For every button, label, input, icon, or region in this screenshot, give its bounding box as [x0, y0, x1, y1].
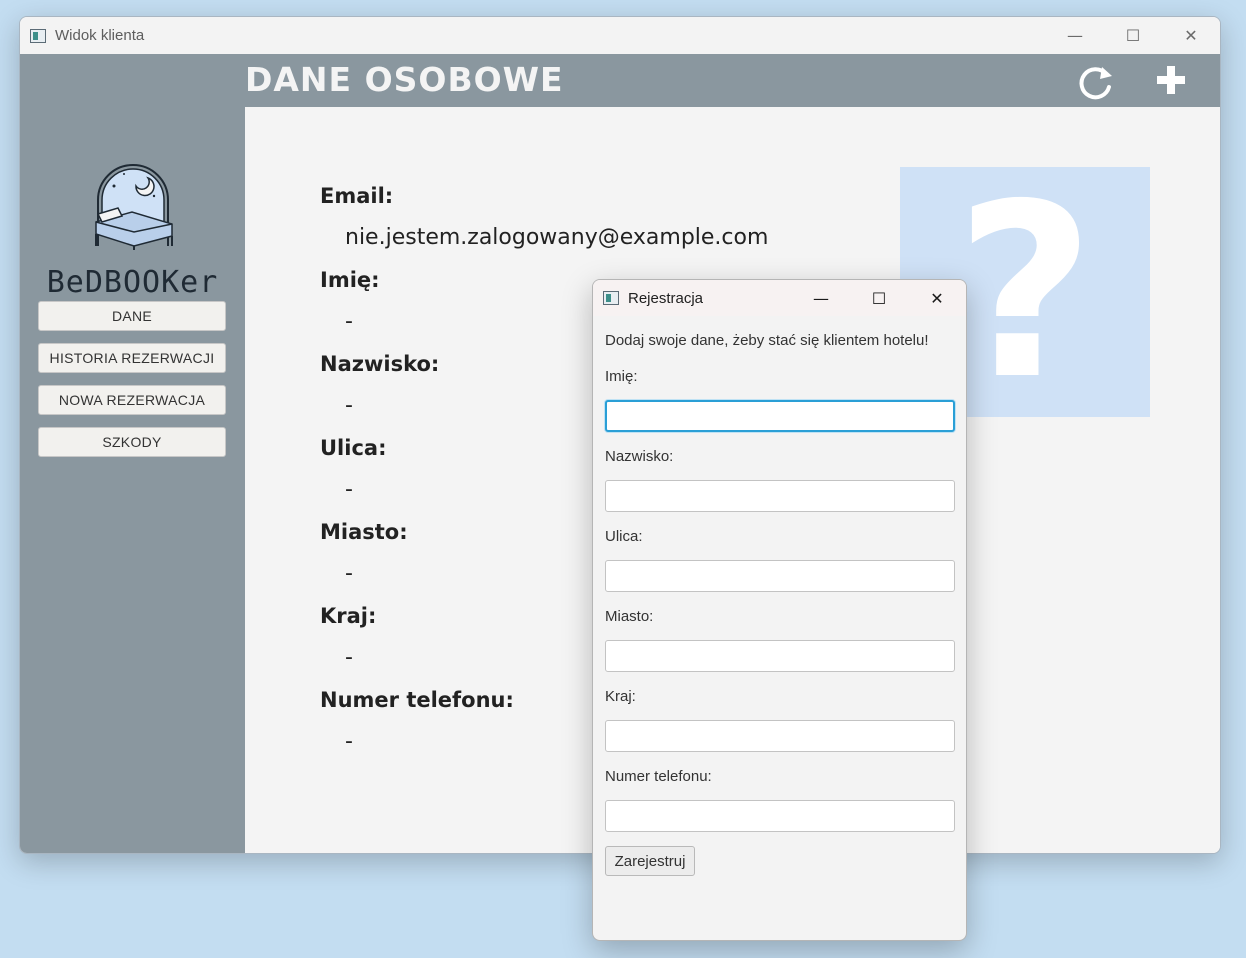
dialog-minimize-button[interactable]: — — [792, 280, 850, 316]
dialog-first-name-input[interactable] — [605, 400, 955, 432]
first-name-label: Imię: — [320, 268, 380, 292]
dialog-app-icon — [603, 291, 619, 305]
street-label: Ulica: — [320, 436, 387, 460]
registration-dialog: Rejestracja — ☐ ✕ Dodaj swoje dane, żeby… — [592, 279, 967, 941]
main-titlebar[interactable]: Widok klienta — ☐ ✕ — [20, 17, 1220, 54]
last-name-label: Nazwisko: — [320, 352, 440, 376]
maximize-button[interactable]: ☐ — [1104, 17, 1162, 54]
bed-logo-icon — [95, 164, 173, 250]
nav-button-nowa-rezerwacja[interactable]: NOWA REZERWACJA — [38, 385, 226, 415]
dialog-phone-input[interactable] — [605, 800, 955, 832]
window-title: Widok klienta — [55, 27, 145, 44]
dialog-first-name-label: Imię: — [605, 368, 638, 385]
minimize-button[interactable]: — — [1046, 17, 1104, 54]
last-name-value: - — [345, 393, 353, 418]
city-value: - — [345, 561, 353, 586]
country-label: Kraj: — [320, 604, 377, 628]
header-bar: DANE OSOBOWE — [245, 54, 1220, 107]
nav-button-szkody[interactable]: SZKODY — [38, 427, 226, 457]
dialog-city-input[interactable] — [605, 640, 955, 672]
first-name-value: - — [345, 309, 353, 334]
dialog-street-input[interactable] — [605, 560, 955, 592]
close-button[interactable]: ✕ — [1162, 17, 1220, 54]
dialog-country-input[interactable] — [605, 720, 955, 752]
app-icon — [30, 28, 46, 43]
dialog-street-label: Ulica: — [605, 528, 643, 545]
dialog-window-controls: — ☐ ✕ — [792, 280, 966, 316]
country-value: - — [345, 645, 353, 670]
dialog-titlebar[interactable]: Rejestracja — ☐ ✕ — [593, 280, 966, 316]
page-title: DANE OSOBOWE — [245, 60, 564, 99]
street-value: - — [345, 477, 353, 502]
sidebar: BeDBOOKer DANE HISTORIA REZERWACJI NOWA … — [20, 54, 245, 853]
dialog-phone-label: Numer telefonu: — [605, 768, 712, 785]
logo-text: BeDBOOKer — [46, 265, 219, 300]
dialog-last-name-label: Nazwisko: — [605, 448, 674, 465]
plus-icon[interactable] — [1156, 65, 1186, 95]
dialog-city-label: Miasto: — [605, 608, 654, 625]
nav-button-dane[interactable]: DANE — [38, 301, 226, 331]
phone-value: - — [345, 729, 353, 754]
email-value: nie.jestem.zalogowany@example.com — [345, 225, 769, 250]
refresh-icon[interactable] — [1076, 63, 1116, 103]
email-label: Email: — [320, 184, 394, 208]
phone-label: Numer telefonu: — [320, 688, 514, 712]
register-button[interactable]: Zarejestruj — [605, 846, 695, 876]
dialog-maximize-button[interactable]: ☐ — [850, 280, 908, 316]
dialog-country-label: Kraj: — [605, 688, 636, 705]
window-controls: — ☐ ✕ — [1046, 17, 1220, 54]
city-label: Miasto: — [320, 520, 408, 544]
dialog-last-name-input[interactable] — [605, 480, 955, 512]
dialog-intro-text: Dodaj swoje dane, żeby stać się klientem… — [605, 332, 929, 349]
dialog-title: Rejestracja — [628, 289, 704, 307]
dialog-close-button[interactable]: ✕ — [908, 280, 966, 316]
nav-button-historia-rezerwacji[interactable]: HISTORIA REZERWACJI — [38, 343, 226, 373]
